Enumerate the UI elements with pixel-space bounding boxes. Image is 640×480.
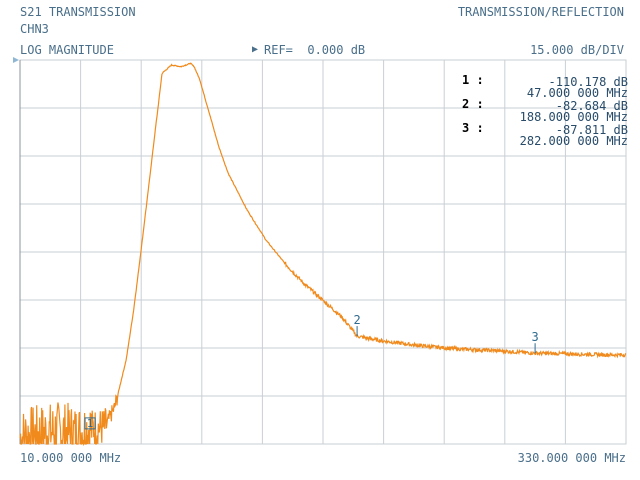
marker-2-index: 2 : bbox=[462, 97, 484, 111]
marker-1-frequency: 47.000 000 MHz bbox=[526, 86, 628, 100]
marker-table: 1 : -110.178 dB 47.000 000 MHz 2 : -82.6… bbox=[452, 72, 628, 147]
marker-2-frequency: 188.000 000 MHz bbox=[519, 110, 628, 124]
marker-3-index: 3 : bbox=[462, 121, 484, 135]
marker-1-label: 1 bbox=[87, 417, 94, 430]
start-frequency: 10.000 000 MHz bbox=[20, 451, 122, 465]
reference-pointer-icon bbox=[13, 57, 19, 63]
stop-frequency: 330.000 000 MHz bbox=[517, 451, 626, 465]
marker-1-index: 1 : bbox=[462, 73, 484, 87]
marker-3-label: 3 bbox=[531, 330, 538, 344]
marker-2-label: 2 bbox=[353, 313, 360, 327]
marker-3-frequency: 282.000 000 MHz bbox=[519, 134, 628, 148]
trace-markers: 1 2 3 bbox=[84, 313, 539, 430]
